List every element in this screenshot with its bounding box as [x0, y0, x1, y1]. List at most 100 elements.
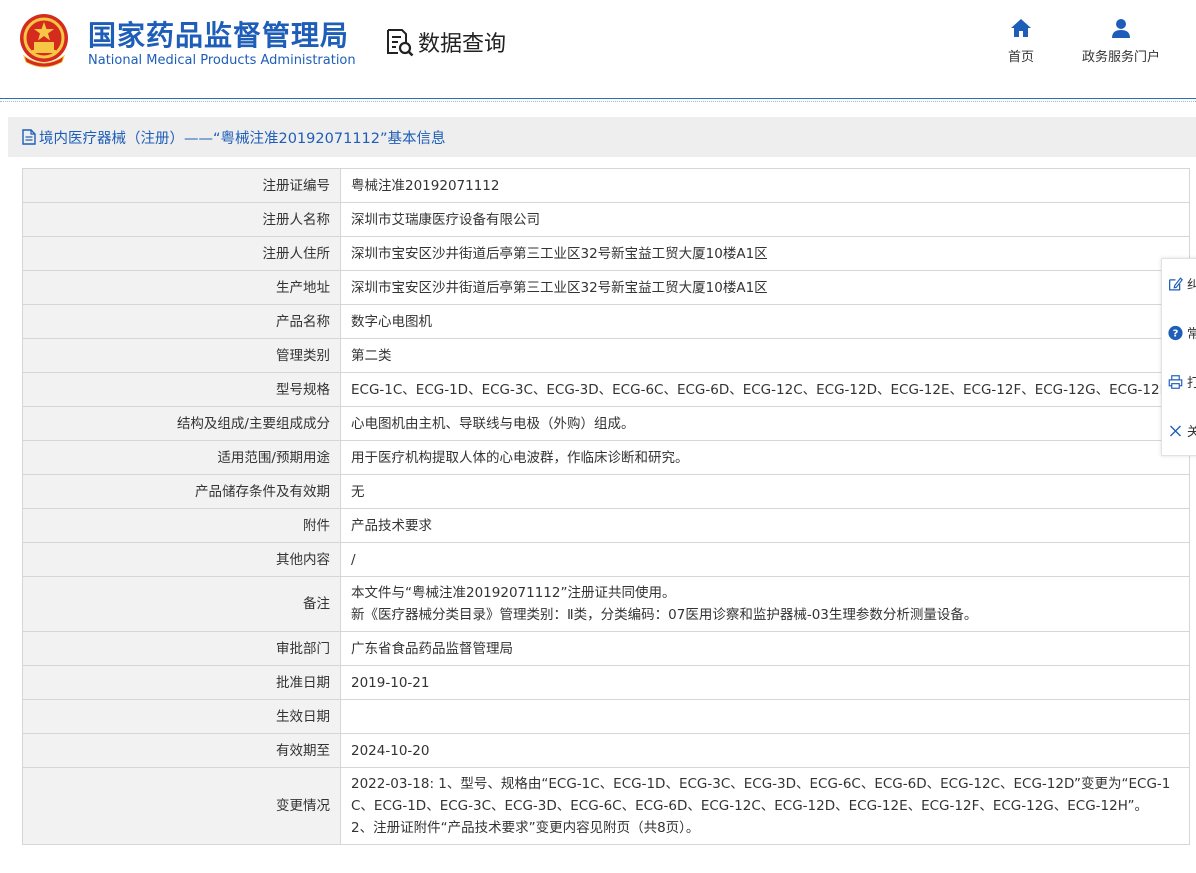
- table-row: 备注 本文件与“粤械注准20192071112”注册证共同使用。新《医疗器械分类目…: [22, 576, 1190, 632]
- nav-service-portal-label: 政务服务门户: [1082, 50, 1161, 65]
- field-label: 生产地址: [22, 270, 341, 305]
- table-row: 审批部门 广东省食品药品监督管理局: [22, 631, 1190, 666]
- table-row: 管理类别 第二类: [22, 338, 1190, 373]
- detail-title: 境内医疗器械（注册）——“粤械注准20192071112”基本信息: [39, 130, 446, 147]
- nav-home-label: 首页: [1008, 50, 1035, 65]
- table-row: 结构及组成/主要组成成分 心电图机由主机、导联线与电极（外购）组成。: [22, 406, 1190, 441]
- site-header: 国家药品监督管理局 National Medical Products Admi…: [0, 0, 1196, 99]
- table-row: 产品储存条件及有效期无: [22, 474, 1190, 509]
- field-label: 适用范围/预期用途: [22, 440, 341, 475]
- field-label: 结构及组成/主要组成成分: [22, 406, 341, 441]
- field-label: 注册证编号: [22, 168, 341, 203]
- table-row: 批准日期 2019-10-21: [22, 665, 1190, 700]
- field-label: 注册人住所: [22, 236, 341, 271]
- table-row: 生产地址 深圳市宝安区沙井街道后亭第三工业区32号新宝益工贸大厦10楼A1区: [22, 270, 1190, 305]
- close-button[interactable]: 关: [1162, 406, 1196, 455]
- field-label: 型号规格: [22, 372, 341, 407]
- field-value: 第二类: [340, 338, 1190, 373]
- document-icon: [22, 129, 36, 145]
- field-label: 备注: [22, 576, 341, 632]
- field-value: 产品技术要求: [340, 508, 1190, 543]
- brand-name-en: National Medical Products Administration: [88, 53, 356, 68]
- field-value: 2024-10-20: [340, 733, 1190, 768]
- field-value: 深圳市宝安区沙井街道后亭第三工业区32号新宝益工贸大厦10楼A1区: [340, 270, 1190, 305]
- field-label: 产品储存条件及有效期: [22, 474, 341, 509]
- field-value: 2019-10-21: [340, 665, 1190, 700]
- field-value: 深圳市宝安区沙井街道后亭第三工业区32号新宝益工贸大厦10楼A1区: [340, 236, 1190, 271]
- field-value: [340, 699, 1190, 734]
- table-row: 型号规格 ECG-1C、ECG-1D、ECG-3C、ECG-3D、ECG-6C、E…: [22, 372, 1190, 407]
- feedback-label: 纠: [1186, 278, 1196, 293]
- field-label: 附件: [22, 508, 341, 543]
- field-value-line: 深圳市宝安区沙井街道后亭第三工业区32号新宝益工贸大厦10楼A1区: [351, 245, 768, 262]
- field-value: ECG-1C、ECG-1D、ECG-3C、ECG-3D、ECG-6C、ECG-6…: [340, 372, 1190, 407]
- home-icon: [1011, 19, 1031, 37]
- table-row: 注册人住所 深圳市宝安区沙井街道后亭第三工业区32号新宝益工贸大厦10楼A1区: [22, 236, 1190, 271]
- floating-toolbar: 纠 ? 常 打 关: [1161, 258, 1196, 456]
- nav-home[interactable]: 首页: [1008, 18, 1034, 65]
- field-label: 产品名称: [22, 304, 341, 339]
- field-value-line: 产品技术要求: [351, 517, 432, 534]
- field-label: 变更情况: [22, 767, 341, 845]
- nav-service-portal[interactable]: 政务服务门户: [1082, 18, 1160, 65]
- table-row: 其他内容 /: [22, 542, 1190, 577]
- brand-name-cn: 国家药品监督管理局: [88, 19, 350, 52]
- table-row: 有效期至 2024-10-20: [22, 733, 1190, 768]
- print-button[interactable]: 打: [1162, 357, 1196, 406]
- detail-table: 注册证编号 粤械注准20192071112 注册人名称 深圳市艾瑞康医疗设备有限公司…: [22, 168, 1190, 845]
- field-value-line: 数字心电图机: [351, 313, 432, 330]
- table-row: 变更情况 2022-03-18: 1、型号、规格由“ECG-1C、ECG-1D、E…: [22, 767, 1190, 845]
- field-value: 2022-03-18: 1、型号、规格由“ECG-1C、ECG-1D、ECG-3…: [340, 767, 1190, 845]
- document-search-icon: [387, 29, 414, 57]
- field-value-line: 深圳市艾瑞康医疗设备有限公司: [351, 211, 540, 228]
- field-value-line: 本文件与“粤械注准20192071112”注册证共同使用。: [351, 585, 676, 601]
- print-icon: [1168, 374, 1183, 389]
- field-value-line: 心电图机由主机、导联线与电极（外购）组成。: [351, 415, 635, 432]
- field-value-line: 2、注册证附件“产品技术要求”变更内容见附页（共8页）。: [351, 820, 700, 836]
- detail-table-container: 注册证编号 粤械注准20192071112 注册人名称 深圳市艾瑞康医疗设备有限公司…: [22, 168, 1190, 873]
- field-value-line: 无: [351, 483, 365, 500]
- field-label: 有效期至: [22, 733, 341, 768]
- field-value: /: [340, 542, 1190, 577]
- national-emblem-icon: [20, 14, 68, 68]
- field-value-line: 广东省食品药品监督管理局: [351, 640, 513, 657]
- data-query-heading: 数据查询: [384, 26, 506, 58]
- field-value-line: 粤械注准20192071112: [351, 177, 500, 194]
- field-value-line: ECG-1C、ECG-1D、ECG-3C、ECG-3D、ECG-6C、ECG-6…: [351, 381, 1170, 398]
- field-label: 其他内容: [22, 542, 341, 577]
- field-label: 审批部门: [22, 631, 341, 666]
- field-value-line: 2019-10-21: [351, 674, 430, 691]
- close-icon: [1170, 425, 1181, 436]
- field-value-line: /: [351, 551, 356, 568]
- table-row: 产品名称 数字心电图机: [22, 304, 1190, 339]
- svg-text:?: ?: [1173, 328, 1179, 339]
- field-label: 生效日期: [22, 699, 341, 734]
- field-value: 心电图机由主机、导联线与电极（外购）组成。: [340, 406, 1190, 441]
- detail-title-bar: 境内医疗器械（注册）——“粤械注准20192071112”基本信息: [8, 117, 1196, 157]
- header-divider: [0, 101, 1196, 102]
- field-value: 本文件与“粤械注准20192071112”注册证共同使用。新《医疗器械分类目录》…: [340, 576, 1190, 632]
- feedback-button[interactable]: 纠: [1162, 259, 1196, 308]
- table-row: 适用范围/预期用途 用于医疗机构提取人体的心电波群，作临床诊断和研究。: [22, 440, 1190, 475]
- detail-table-body: 注册证编号 粤械注准20192071112 注册人名称 深圳市艾瑞康医疗设备有限公司…: [22, 168, 1190, 845]
- table-row: 注册证编号 粤械注准20192071112: [22, 168, 1190, 203]
- field-value-line: 深圳市宝安区沙井街道后亭第三工业区32号新宝益工贸大厦10楼A1区: [351, 279, 768, 296]
- field-value: 无: [340, 474, 1190, 509]
- field-value: 数字心电图机: [340, 304, 1190, 339]
- user-icon: [1112, 19, 1130, 38]
- field-value-line: 2022-03-18: 1、型号、规格由“ECG-1C、ECG-1D、ECG-3…: [351, 776, 1171, 814]
- close-label: 关: [1186, 425, 1196, 440]
- edit-icon: [1169, 276, 1183, 290]
- field-value: 用于医疗机构提取人体的心电波群，作临床诊断和研究。: [340, 440, 1190, 475]
- field-value: 广东省食品药品监督管理局: [340, 631, 1190, 666]
- table-row: 注册人名称 深圳市艾瑞康医疗设备有限公司: [22, 202, 1190, 237]
- field-value-line: 新《医疗器械分类目录》管理类别：Ⅱ类，分类编码：07医用诊察和监护器械-03生理…: [351, 607, 978, 623]
- field-label: 注册人名称: [22, 202, 341, 237]
- field-value-line: 第二类: [351, 347, 392, 364]
- faq-button[interactable]: ? 常: [1162, 308, 1196, 357]
- field-label: 批准日期: [22, 665, 341, 700]
- field-value: 粤械注准20192071112: [340, 168, 1190, 203]
- print-label: 打: [1186, 376, 1196, 391]
- field-value: 深圳市艾瑞康医疗设备有限公司: [340, 202, 1190, 237]
- table-row: 生效日期: [22, 699, 1190, 734]
